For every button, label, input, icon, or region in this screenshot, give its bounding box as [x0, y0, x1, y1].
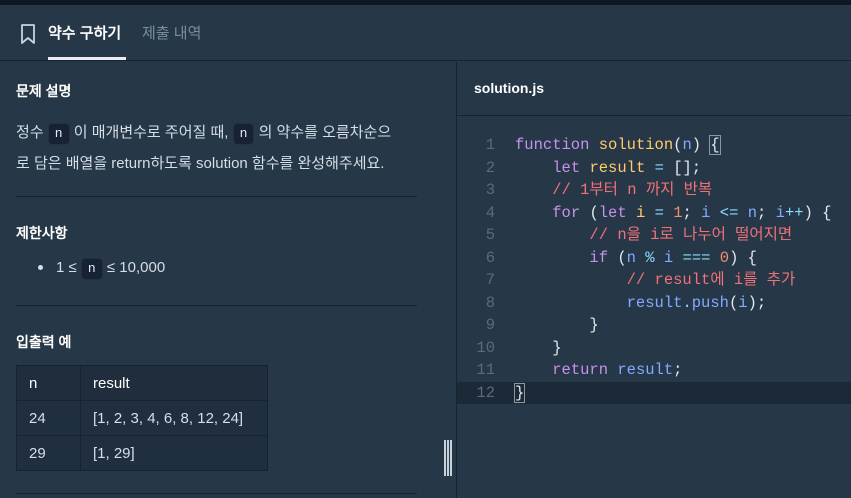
table-cell: 24 — [16, 400, 81, 436]
line-number: 4 — [485, 203, 495, 222]
examples-title: 입출력 예 — [16, 334, 72, 350]
line-number: 7 — [485, 271, 495, 289]
desc-text: 정수 — [16, 124, 44, 141]
table-header: n — [16, 365, 81, 401]
code-line: 5 // n을 i로 나누어 떨어지면 — [457, 224, 851, 247]
code-line: 10 } — [457, 337, 851, 360]
desc-text: 로 담은 배열을 return하도록 solution 함수를 완성해주세요. — [16, 155, 385, 172]
line-number: 6 — [485, 248, 495, 267]
constraint-prefix: 1 ≤ — [56, 259, 77, 276]
line-number: 10 — [476, 338, 495, 357]
table-header-row: n result — [16, 365, 268, 401]
section-divider — [16, 305, 417, 306]
desc-text: 의 약수를 오름차순으 — [258, 124, 392, 141]
code-comment: // n을 i로 나누어 떨어지면 — [589, 226, 793, 244]
code-line: 6 if (n % i === 0) { — [457, 247, 851, 270]
line-number: 9 — [485, 316, 495, 334]
code-line: 11 return result; — [457, 359, 851, 382]
line-number: 3 — [485, 181, 495, 199]
code-lines: 1 function solution(n) { 2 let result = [… — [457, 134, 851, 404]
inline-code-n: n — [80, 258, 103, 280]
line-number: 12 — [476, 383, 495, 402]
tab-submissions[interactable]: 제출 내역 — [142, 22, 201, 43]
table-header: result — [80, 365, 268, 401]
line-number: 2 — [485, 158, 495, 177]
code-line: 8 result.push(i); — [457, 292, 851, 315]
code-line: 3 // 1부터 n 까지 반복 — [457, 179, 851, 202]
line-number: 11 — [476, 361, 495, 379]
constraint-suffix: ≤ 10,000 — [106, 259, 166, 276]
section-divider — [16, 493, 417, 494]
code-line: 9 } — [457, 314, 851, 337]
code-line: 1 function solution(n) { — [457, 134, 851, 157]
constraint-item: 1 ≤ n ≤ 10,000 — [56, 257, 165, 280]
code-line: 4 for (let i = 1; i <= n; i++) { — [457, 202, 851, 225]
table-cell: [1, 2, 3, 4, 6, 8, 12, 24] — [80, 400, 268, 436]
inline-code-n: n — [47, 123, 70, 145]
code-line-active: 12} — [457, 381, 851, 404]
table-cell: [1, 29] — [80, 435, 268, 471]
code-line: 2 let result = []; — [457, 157, 851, 180]
line-number: 5 — [485, 226, 495, 244]
line-number: 1 — [485, 136, 495, 154]
problem-panel: 문제 설명 정수 n 이 매개변수로 주어질 때, n 의 약수를 오름차순으 … — [0, 62, 456, 498]
active-tab-indicator — [48, 57, 126, 60]
problem-description: 정수 n 이 매개변수로 주어질 때, n 의 약수를 오름차순으 로 담은 배… — [16, 117, 421, 179]
bullet-dot — [38, 265, 43, 270]
line-number: 8 — [485, 293, 495, 312]
examples-table: n result 24 [1, 2, 3, 4, 6, 8, 12, 24] 2… — [16, 365, 268, 471]
constraints-title: 제한사항 — [16, 225, 68, 241]
problem-description-title: 문제 설명 — [16, 83, 72, 99]
file-name: solution.js — [474, 80, 544, 96]
code-comment: // 1부터 n 까지 반복 — [552, 181, 713, 199]
desc-text: 이 매개변수로 주어질 때, — [73, 124, 229, 141]
tab-problem[interactable]: 약수 구하기 — [48, 22, 121, 43]
section-divider — [16, 196, 417, 197]
panel-resize-handle[interactable] — [443, 440, 453, 476]
table-row: 29 [1, 29] — [16, 435, 268, 471]
table-cell: 29 — [16, 435, 81, 471]
inline-code-n: n — [232, 123, 255, 145]
table-row: 24 [1, 2, 3, 4, 6, 8, 12, 24] — [16, 400, 268, 436]
code-line: 7 // result에 i를 추가 — [457, 269, 851, 292]
editor-panel: solution.js 1 function solution(n) { 2 le… — [456, 62, 851, 498]
code-comment: // result에 i를 추가 — [626, 271, 796, 289]
tab-bar: 약수 구하기 제출 내역 — [0, 5, 851, 61]
code-editor[interactable]: 1 function solution(n) { 2 let result = [… — [457, 115, 851, 498]
bookmark-icon[interactable] — [19, 24, 37, 44]
